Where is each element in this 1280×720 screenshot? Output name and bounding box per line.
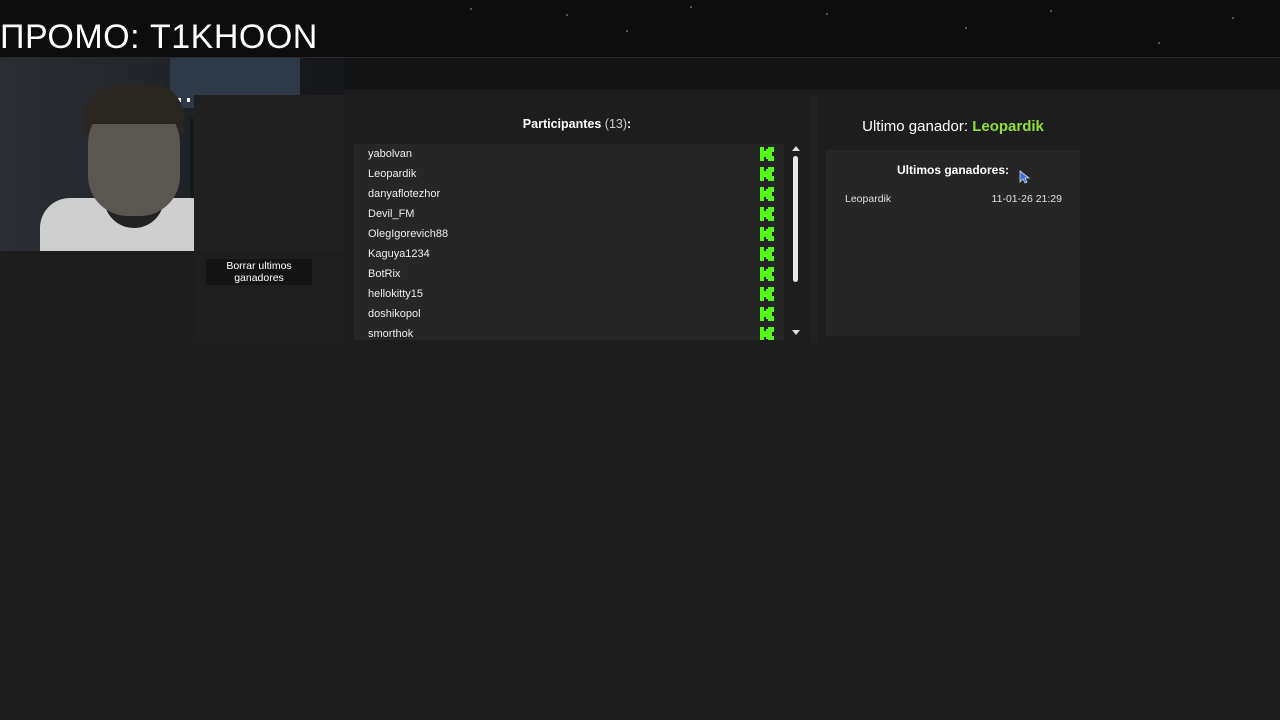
- star-dot: [1050, 10, 1052, 12]
- kick-icon: [760, 187, 774, 201]
- kick-icon: [760, 147, 774, 161]
- kick-icon: [760, 307, 774, 321]
- mouse-cursor-icon: [1019, 170, 1031, 184]
- participants-list[interactable]: yabolvan Leopardik danyaflotezhor Devil_…: [354, 144, 784, 340]
- participants-count: (13): [604, 117, 628, 131]
- participant-name: Kaguya1234: [368, 248, 430, 260]
- kick-icon: [760, 167, 774, 181]
- kick-icon: [760, 267, 774, 281]
- recent-winner-row: Leopardik 11-01-26 21:29: [845, 193, 1062, 205]
- star-dot: [965, 27, 967, 29]
- webcam-person-hair-top: [84, 84, 184, 124]
- participant-name: danyaflotezhor: [368, 188, 441, 200]
- recent-winner-date: 11-01-26 21:29: [991, 193, 1062, 205]
- star-dot: [566, 14, 568, 16]
- participant-row[interactable]: Leopardik: [354, 164, 784, 184]
- recent-winners-box: [826, 150, 1080, 336]
- participant-row[interactable]: smorthok: [354, 324, 784, 340]
- star-dot: [826, 13, 828, 15]
- kick-icon: [760, 207, 774, 221]
- participant-row[interactable]: danyaflotezhor: [354, 184, 784, 204]
- promo-code-overlay: ПРОМО: T1KHOON: [0, 18, 318, 56]
- last-winner-name: Leopardik: [972, 118, 1044, 135]
- participant-row[interactable]: doshikopol: [354, 304, 784, 324]
- stream-top-bar: ПРОМО: T1KHOON: [0, 0, 1280, 58]
- last-winner-heading: Ultimo ganador: Leopardik: [818, 118, 1088, 135]
- scroll-down-arrow-icon[interactable]: [792, 330, 800, 335]
- participant-name: OlegIgorevich88: [368, 228, 449, 240]
- participant-name: smorthok: [368, 328, 414, 340]
- kick-icon: [760, 327, 774, 340]
- recent-winner-name: Leopardik: [845, 193, 892, 205]
- kick-icon: [760, 227, 774, 241]
- scroll-up-arrow-icon[interactable]: [792, 146, 800, 151]
- participant-name: Devil_FM: [368, 208, 415, 220]
- clear-winners-button[interactable]: Borrar ultimos ganadores: [206, 259, 312, 285]
- star-dot: [690, 6, 692, 8]
- participant-row[interactable]: Kaguya1234: [354, 244, 784, 264]
- participant-row[interactable]: hellokitty15: [354, 284, 784, 304]
- star-dot: [1158, 42, 1160, 44]
- participant-name: BotRix: [368, 268, 401, 280]
- participants-title: Participantes (13):: [344, 117, 810, 131]
- kick-icon: [760, 247, 774, 261]
- participant-name: hellokitty15: [368, 288, 424, 300]
- participants-title-suffix: :: [627, 117, 632, 131]
- star-dot: [1232, 17, 1234, 19]
- participant-row[interactable]: yabolvan: [354, 144, 784, 164]
- scrollbar-thumb[interactable]: [793, 156, 798, 282]
- last-winner-label: Ultimo ganador:: [862, 118, 969, 135]
- participant-name: yabolvan: [368, 148, 413, 160]
- participant-row[interactable]: OlegIgorevich88: [354, 224, 784, 244]
- recent-winners-title: Ultimos ganadores:: [896, 163, 1010, 177]
- participants-title-label: Participantes: [522, 117, 602, 131]
- participants-scrollbar[interactable]: [790, 146, 802, 340]
- kick-icon: [760, 287, 774, 301]
- participant-name: doshikopol: [368, 308, 421, 320]
- participant-row[interactable]: BotRix: [354, 264, 784, 284]
- star-dot: [626, 30, 628, 32]
- star-dot: [470, 8, 472, 10]
- top-strip: [344, 58, 1280, 90]
- participant-name: Leopardik: [368, 168, 417, 180]
- participant-row[interactable]: Devil_FM: [354, 204, 784, 224]
